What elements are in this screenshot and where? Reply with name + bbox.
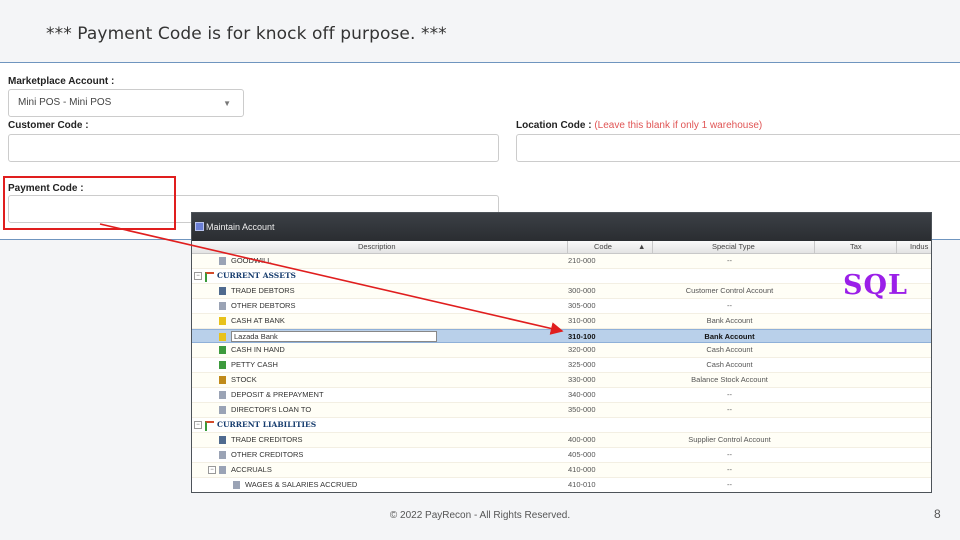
footer-copyright: © 2022 PayRecon - All Rights Reserved.	[389, 510, 571, 521]
pointer-arrow	[99, 223, 564, 335]
page-number: 8	[934, 507, 941, 521]
